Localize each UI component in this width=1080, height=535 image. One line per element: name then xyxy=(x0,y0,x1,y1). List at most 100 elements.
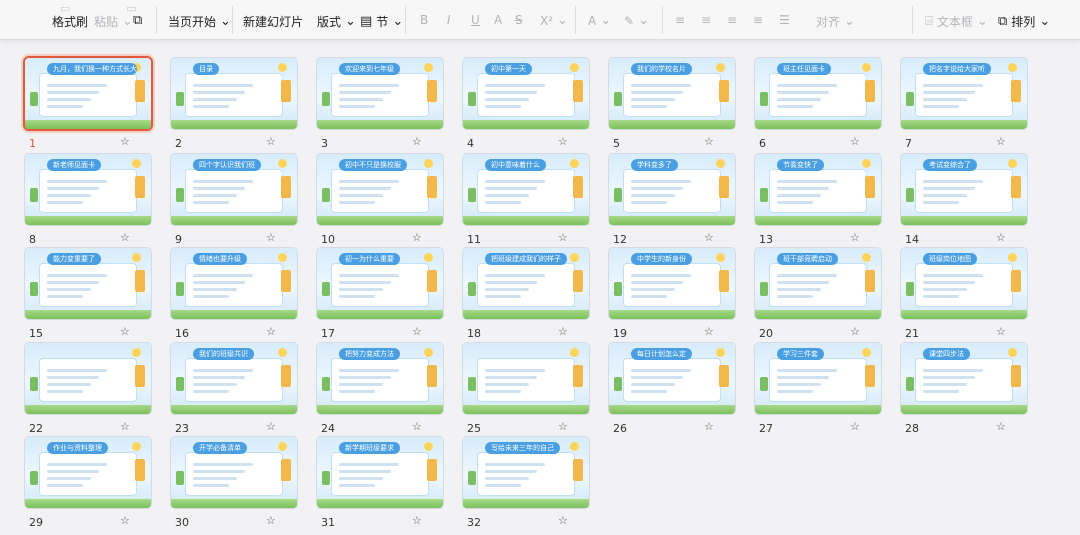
slide-thumbnail[interactable]: 25 ☆ xyxy=(463,343,589,438)
bold-button[interactable]: B xyxy=(420,13,428,27)
slide-thumbnail[interactable]: 初中意味着什么 11 ☆ xyxy=(463,154,589,249)
slide-thumbnail[interactable]: 把名字说给大家听 7 ☆ xyxy=(901,58,1027,153)
format-painter-button[interactable]: 格式刷 xyxy=(52,13,88,30)
distribute-button[interactable]: ☰ xyxy=(779,13,790,27)
star-icon[interactable]: ☆ xyxy=(704,325,714,338)
new-slide-button[interactable]: 新建幻灯片 xyxy=(243,13,303,30)
star-icon[interactable]: ☆ xyxy=(412,514,422,527)
align-center-button[interactable]: ≡ xyxy=(701,13,711,27)
textbox-button[interactable]: ⌸ 文本框 ⌄ xyxy=(925,13,988,30)
star-icon[interactable]: ☆ xyxy=(850,325,860,338)
slide-thumbnail[interactable]: 我们的班级共识 23 ☆ xyxy=(171,343,297,438)
star-icon[interactable]: ☆ xyxy=(704,231,714,244)
star-icon[interactable]: ☆ xyxy=(850,420,860,433)
slide-thumbnail[interactable]: 目录 2 ☆ xyxy=(171,58,297,153)
star-icon[interactable]: ☆ xyxy=(120,325,130,338)
grass-decoration xyxy=(609,120,735,129)
highlight-button[interactable]: ✎ ⌄ xyxy=(624,13,649,28)
align-left-button[interactable]: ≡ xyxy=(675,13,685,27)
slide-thumbnail[interactable]: 初中第一天 4 ☆ xyxy=(463,58,589,153)
justify-button[interactable]: ≡ xyxy=(753,13,763,27)
star-icon[interactable]: ☆ xyxy=(266,325,276,338)
star-icon[interactable]: ☆ xyxy=(704,420,714,433)
star-icon[interactable]: ☆ xyxy=(850,135,860,148)
slide-thumbnail[interactable]: 学科变多了 12 ☆ xyxy=(609,154,735,249)
star-icon[interactable]: ☆ xyxy=(120,420,130,433)
copy-button[interactable]: ⧉ xyxy=(133,13,142,28)
text-line xyxy=(923,295,959,298)
slide-thumbnail[interactable]: 四个字认识我们班 9 ☆ xyxy=(171,154,297,249)
star-icon[interactable]: ☆ xyxy=(120,231,130,244)
slide-thumbnail[interactable]: 写给未来三年的自己 32 ☆ xyxy=(463,437,589,532)
star-icon[interactable]: ☆ xyxy=(412,420,422,433)
star-icon[interactable]: ☆ xyxy=(558,325,568,338)
slide-thumbnail[interactable]: 每日计划怎么定 26 ☆ xyxy=(609,343,735,438)
underline-button[interactable]: U xyxy=(471,13,480,27)
slide-thumbnail[interactable]: 初一为什么重要 17 ☆ xyxy=(317,248,443,343)
star-icon[interactable]: ☆ xyxy=(996,325,1006,338)
arrange-button[interactable]: ⧉ 排列 ⌄ xyxy=(998,13,1050,30)
font-color-button[interactable]: A ⌄ xyxy=(588,13,611,28)
slide-thumbnail[interactable]: 我们的学校名片 5 ☆ xyxy=(609,58,735,153)
slide-thumbnail[interactable]: 情绪也要升级 16 ☆ xyxy=(171,248,297,343)
book-decoration xyxy=(573,176,583,198)
slide-thumbnail[interactable]: 学习三件套 27 ☆ xyxy=(755,343,881,438)
slide-thumbnail[interactable]: 节奏变快了 13 ☆ xyxy=(755,154,881,249)
book-decoration xyxy=(135,80,145,102)
content-panel xyxy=(915,263,1013,307)
grass-decoration xyxy=(609,310,735,319)
align-right-button[interactable]: ≡ xyxy=(727,13,737,27)
slide-thumbnail[interactable]: 班干部竞聘启动 20 ☆ xyxy=(755,248,881,343)
slide-thumbnail[interactable]: 班主任见面卡 6 ☆ xyxy=(755,58,881,153)
slide-number: 16 xyxy=(175,327,189,340)
slide-thumbnail[interactable]: 把努力变成方法 24 ☆ xyxy=(317,343,443,438)
star-icon[interactable]: ☆ xyxy=(120,135,130,148)
slide-thumbnail[interactable]: 能力变重要了 15 ☆ xyxy=(25,248,151,343)
slide-thumbnail[interactable]: 22 ☆ xyxy=(25,343,151,438)
grass-decoration xyxy=(171,310,297,319)
slide-thumbnail[interactable]: 作业与资料整理 29 ☆ xyxy=(25,437,151,532)
slide-thumbnail[interactable]: 新学期班级要求 31 ☆ xyxy=(317,437,443,532)
strikethrough-button[interactable]: S xyxy=(515,13,523,27)
align-button[interactable]: 对齐 ⌄ xyxy=(816,13,855,30)
slide-thumbnail[interactable]: 中学生的新身份 19 ☆ xyxy=(609,248,735,343)
star-icon[interactable]: ☆ xyxy=(558,514,568,527)
slide-thumbnail[interactable]: 新老师见面卡 8 ☆ xyxy=(25,154,151,249)
italic-button[interactable]: I xyxy=(447,13,451,27)
superscript-button[interactable]: X² ⌄ xyxy=(540,13,568,28)
slide-thumbnail[interactable]: 课堂四步法 28 ☆ xyxy=(901,343,1027,438)
star-icon[interactable]: ☆ xyxy=(266,135,276,148)
star-icon[interactable]: ☆ xyxy=(996,420,1006,433)
slide-thumbnail[interactable]: 考试变综合了 14 ☆ xyxy=(901,154,1027,249)
star-icon[interactable]: ☆ xyxy=(558,420,568,433)
star-icon[interactable]: ☆ xyxy=(266,231,276,244)
section-button[interactable]: ▤ 节 ⌄ xyxy=(360,13,403,30)
star-icon[interactable]: ☆ xyxy=(120,514,130,527)
star-icon[interactable]: ☆ xyxy=(412,325,422,338)
slide-title: 每日计划怎么定 xyxy=(631,348,692,360)
star-icon[interactable]: ☆ xyxy=(996,135,1006,148)
star-icon[interactable]: ☆ xyxy=(704,135,714,148)
slide-thumbnail[interactable]: 初中不只是换校服 10 ☆ xyxy=(317,154,443,249)
text-line xyxy=(777,187,829,190)
slide-thumbnail[interactable]: 欢迎来到七年级 3 ☆ xyxy=(317,58,443,153)
star-icon[interactable]: ☆ xyxy=(266,420,276,433)
slide-thumbnail[interactable]: 开学必备清单 30 ☆ xyxy=(171,437,297,532)
slide-preview: 学习三件套 xyxy=(755,343,881,414)
slide-thumbnail[interactable]: 九月，我们换一种方式长大 1 ☆ xyxy=(25,58,151,153)
layout-button[interactable]: 版式 ⌄ xyxy=(317,13,356,30)
star-icon[interactable]: ☆ xyxy=(996,231,1006,244)
star-icon[interactable]: ☆ xyxy=(850,231,860,244)
slide-thumbnail[interactable]: 把班级建成我们的样子 18 ☆ xyxy=(463,248,589,343)
shadow-button[interactable]: A xyxy=(494,13,502,27)
paste-button[interactable]: 粘贴 ⌄ xyxy=(94,13,133,30)
star-icon[interactable]: ☆ xyxy=(266,514,276,527)
slide-thumbnail[interactable]: 班级岗位地图 21 ☆ xyxy=(901,248,1027,343)
star-icon[interactable]: ☆ xyxy=(412,135,422,148)
text-line xyxy=(193,105,229,108)
star-icon[interactable]: ☆ xyxy=(412,231,422,244)
star-icon[interactable]: ☆ xyxy=(558,135,568,148)
star-icon[interactable]: ☆ xyxy=(558,231,568,244)
book-decoration xyxy=(719,176,729,198)
play-from-current-button[interactable]: 当页开始 ⌄ xyxy=(168,13,231,30)
